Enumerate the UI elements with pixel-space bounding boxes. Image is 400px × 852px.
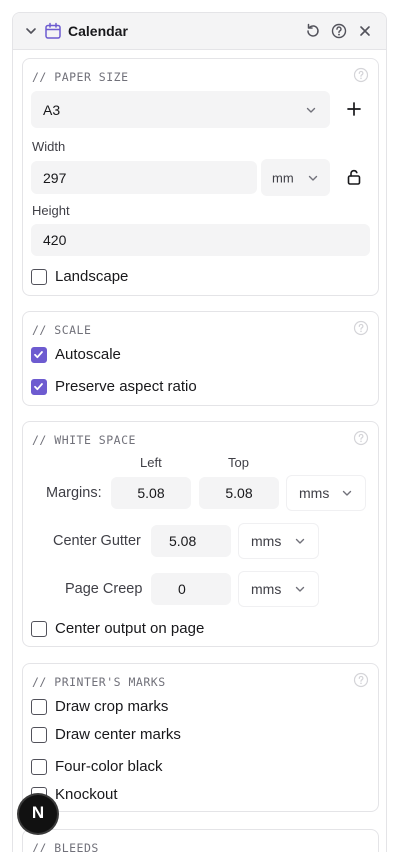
check-icon <box>34 383 43 391</box>
preserve-aspect-checkbox[interactable] <box>31 379 47 395</box>
chevron-down-icon[interactable] <box>24 24 38 38</box>
width-label: Width <box>32 139 66 154</box>
crop-marks-label: Draw crop marks <box>55 698 169 715</box>
margin-left-value: 5.08 <box>137 485 165 501</box>
section-title: // WHITE SPACE <box>32 433 136 447</box>
paper-size-section: // PAPER SIZE A3 Width 297 mm Height 420… <box>22 58 379 296</box>
margin-left-input[interactable]: 5.08 <box>111 477 191 509</box>
center-gutter-input[interactable]: 5.08 <box>151 525 231 557</box>
paper-size-value: A3 <box>43 101 61 118</box>
chevron-down-icon <box>342 490 352 496</box>
section-title: // PRINTER'S MARKS <box>32 675 166 689</box>
unit-value: mm <box>272 170 294 185</box>
unit-select[interactable]: mm <box>261 159 330 196</box>
margins-label: Margins: <box>46 485 102 501</box>
landscape-checkbox[interactable] <box>31 269 47 285</box>
margin-top-value: 5.08 <box>225 485 253 501</box>
section-title: // PAPER SIZE <box>32 70 129 84</box>
section-title: // BLEEDS <box>32 841 99 852</box>
help-icon[interactable] <box>353 430 369 446</box>
chevron-down-icon <box>306 107 316 113</box>
margin-top-input[interactable]: 5.08 <box>199 477 279 509</box>
paper-size-select[interactable]: A3 <box>31 91 330 128</box>
height-input[interactable]: 420 <box>31 224 370 256</box>
calendar-icon <box>45 22 61 39</box>
help-icon[interactable] <box>330 22 348 40</box>
printers-marks-section: // PRINTER'S MARKS Draw crop marks Draw … <box>22 663 379 812</box>
gutter-unit-value: mms <box>251 533 282 549</box>
panel-title: Calendar <box>68 23 128 39</box>
section-title: // SCALE <box>32 323 92 337</box>
center-gutter-value: 5.08 <box>169 533 197 549</box>
page-creep-input[interactable]: 0 <box>151 573 231 605</box>
center-gutter-label: Center Gutter <box>53 533 141 549</box>
height-label: Height <box>32 203 70 218</box>
help-icon[interactable] <box>353 320 369 336</box>
gutter-unit-select[interactable]: mms <box>238 523 319 559</box>
center-marks-checkbox[interactable] <box>31 727 47 743</box>
panel-header: Calendar <box>13 13 386 50</box>
creep-unit-select[interactable]: mms <box>238 571 319 607</box>
height-value: 420 <box>43 232 67 248</box>
chevron-down-icon <box>308 175 318 181</box>
autoscale-label: Autoscale <box>55 346 121 363</box>
autoscale-checkbox[interactable] <box>31 347 47 363</box>
chevron-down-icon <box>295 586 305 592</box>
help-icon[interactable] <box>353 67 369 83</box>
width-value: 297 <box>43 169 67 186</box>
unlock-icon[interactable] <box>344 167 364 187</box>
bleeds-section: // BLEEDS <box>22 829 379 852</box>
top-label: Top <box>228 455 249 470</box>
fab-letter: N <box>31 803 45 822</box>
four-color-black-label: Four-color black <box>55 758 163 775</box>
knockout-label: Knockout <box>55 786 118 803</box>
creep-unit-value: mms <box>251 581 282 597</box>
center-marks-label: Draw center marks <box>55 726 181 743</box>
preserve-aspect-label: Preserve aspect ratio <box>55 378 197 395</box>
width-input[interactable]: 297 <box>31 161 257 194</box>
close-icon[interactable] <box>356 22 374 40</box>
page-creep-value: 0 <box>178 581 186 597</box>
margins-unit-value: mms <box>299 485 330 501</box>
reset-icon[interactable] <box>304 22 322 40</box>
chevron-down-icon <box>295 538 305 544</box>
landscape-label: Landscape <box>55 268 129 285</box>
margins-unit-select[interactable]: mms <box>286 475 366 511</box>
white-space-section: // WHITE SPACE Left Top Margins: 5.08 5.… <box>22 421 379 647</box>
page-creep-label: Page Creep <box>65 581 143 597</box>
add-icon[interactable] <box>344 99 364 119</box>
center-output-label: Center output on page <box>55 620 205 637</box>
next-dev-indicator-button[interactable]: N <box>19 795 57 833</box>
scale-section: // SCALE Autoscale Preserve aspect ratio <box>22 311 379 406</box>
crop-marks-checkbox[interactable] <box>31 699 47 715</box>
calendar-panel: Calendar // PAPER SIZE A3 Width 297 mm H… <box>12 12 387 852</box>
help-icon[interactable] <box>353 672 369 688</box>
center-output-checkbox[interactable] <box>31 621 47 637</box>
check-icon <box>34 351 43 359</box>
four-color-black-checkbox[interactable] <box>31 759 47 775</box>
left-label: Left <box>140 455 162 470</box>
